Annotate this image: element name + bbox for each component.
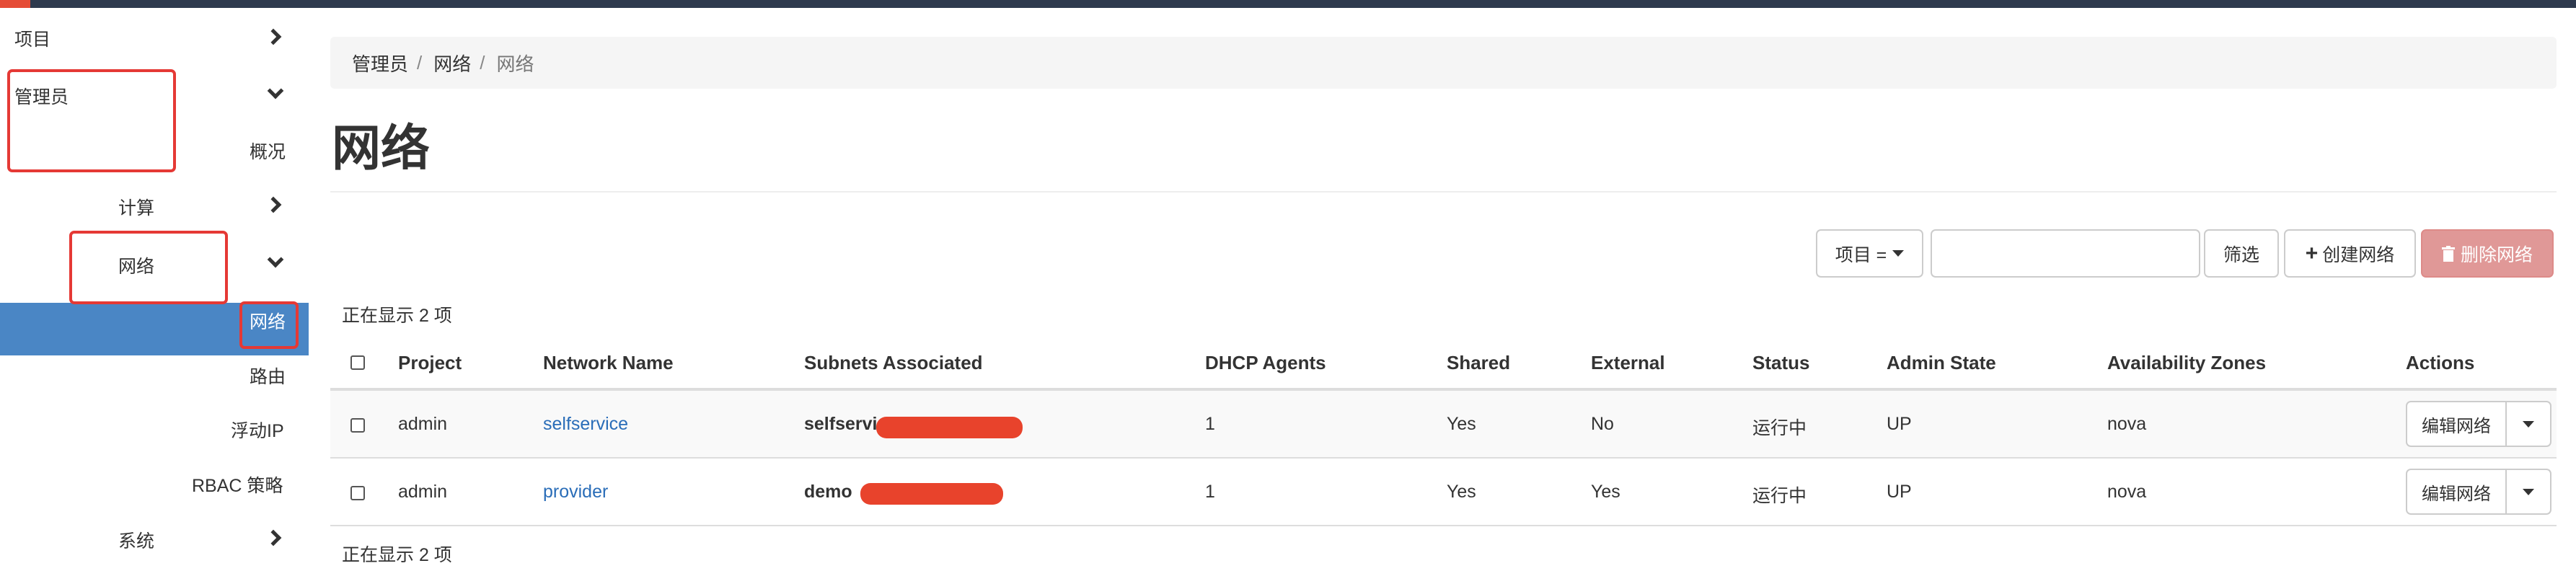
sidebar: 项目 管理员 概况 计算 网络 网络 路由 浮动IP RBAC 策略 系统 (0, 8, 309, 571)
delete-networks-button[interactable]: 删除网络 (2421, 229, 2554, 278)
logo[interactable] (0, 0, 30, 8)
cell-external: No (1591, 414, 1614, 434)
cell-status: 运行中 (1752, 418, 1807, 438)
cell-shared: Yes (1447, 482, 1476, 502)
highlight-box-admin (7, 69, 176, 172)
trash-icon (2441, 245, 2455, 262)
highlight-box-networks (239, 301, 299, 349)
cell-admin-state: UP (1887, 482, 1912, 502)
plus-icon: + (2305, 241, 2319, 265)
filter-field-dropdown[interactable]: 项目 = (1816, 229, 1923, 278)
breadcrumb-separator: / (417, 51, 423, 74)
row-actions-dropdown[interactable] (2507, 470, 2550, 513)
sidebar-item-label: 浮动IP (231, 421, 284, 441)
chevron-right-icon (265, 28, 282, 45)
sidebar-item-label: 路由 (250, 367, 286, 387)
breadcrumb-item-admin[interactable]: 管理员 (352, 50, 408, 76)
sidebar-item-compute[interactable]: 计算 (118, 194, 154, 220)
column-header-admin-state[interactable]: Admin State (1887, 352, 1996, 374)
edit-network-label: 编辑网络 (2422, 416, 2491, 436)
table-row (330, 391, 2557, 459)
column-header-subnets[interactable]: Subnets Associated (804, 352, 983, 374)
caret-down-icon (2523, 420, 2534, 428)
cell-status: 运行中 (1752, 486, 1807, 506)
column-header-shared[interactable]: Shared (1447, 352, 1510, 374)
column-header-dhcp-agents[interactable]: DHCP Agents (1205, 352, 1326, 374)
create-network-label: 创建网络 (2322, 244, 2395, 265)
top-navbar (0, 0, 2576, 8)
chevron-right-icon (265, 196, 282, 213)
cell-dhcp-agents: 1 (1205, 482, 1215, 502)
sidebar-item-label: 项目 (14, 30, 51, 50)
edit-network-button[interactable]: 编辑网络 (2407, 402, 2507, 446)
breadcrumb: 管理员 / 网络 / 网络 (330, 37, 2557, 89)
redaction-mark (876, 417, 1023, 438)
page-title: 网络 (332, 121, 431, 176)
column-header-actions: Actions (2406, 352, 2475, 373)
row-checkbox[interactable] (350, 486, 365, 500)
column-header-external[interactable]: External (1591, 352, 1665, 374)
chevron-down-icon (267, 251, 284, 268)
cell-external: Yes (1591, 482, 1620, 502)
sidebar-item-label: 计算 (118, 198, 155, 218)
create-network-button[interactable]: + 创建网络 (2284, 229, 2416, 278)
redaction-mark (860, 483, 1003, 505)
sidebar-item-overview[interactable]: 概况 (250, 138, 286, 164)
breadcrumb-item-network-group[interactable]: 网络 (433, 50, 471, 76)
sidebar-item-label: 系统 (118, 531, 155, 552)
row-actions: 编辑网络 (2406, 469, 2551, 515)
cell-dhcp-agents: 1 (1205, 414, 1215, 434)
cell-subnets: selfservic (804, 414, 888, 434)
breadcrumb-item-current: 网络 (496, 53, 534, 75)
cell-subnets: demo (804, 482, 852, 502)
sidebar-item-project[interactable]: 项目 (14, 25, 50, 51)
cell-admin-state: UP (1887, 414, 1912, 434)
column-header-availability-zones[interactable]: Availability Zones (2107, 352, 2266, 374)
highlight-box-network-group (69, 231, 228, 304)
cell-project: admin (398, 414, 448, 434)
delete-networks-label: 删除网络 (2460, 244, 2533, 265)
table-row (330, 459, 2557, 526)
item-count-bottom: 正在显示 2 项 (342, 545, 452, 565)
filter-button[interactable]: 筛选 (2204, 229, 2279, 278)
row-actions: 编辑网络 (2406, 401, 2551, 447)
filter-button-label: 筛选 (2223, 244, 2259, 265)
divider (330, 191, 2557, 192)
column-header-status[interactable]: Status (1752, 352, 1809, 374)
edit-network-label: 编辑网络 (2422, 484, 2491, 504)
chevron-right-icon (265, 529, 282, 546)
filter-input[interactable] (1931, 229, 2200, 278)
edit-network-button[interactable]: 编辑网络 (2407, 470, 2507, 513)
breadcrumb-separator: / (480, 51, 485, 74)
cell-network-name-link[interactable]: provider (543, 482, 608, 503)
select-all-checkbox[interactable] (350, 355, 365, 370)
cell-availability-zone: nova (2107, 482, 2147, 502)
chevron-down-icon (267, 82, 284, 99)
caret-down-icon (2523, 488, 2534, 495)
cell-shared: Yes (1447, 414, 1476, 434)
row-checkbox[interactable] (350, 418, 365, 433)
caret-down-icon (1892, 250, 1905, 257)
sidebar-item-label: 概况 (250, 142, 286, 162)
row-actions-dropdown[interactable] (2507, 402, 2550, 446)
column-header-network-name[interactable]: Network Name (543, 352, 674, 374)
item-count-top: 正在显示 2 项 (342, 306, 452, 326)
sidebar-item-routers[interactable]: 路由 (250, 363, 286, 389)
cell-availability-zone: nova (2107, 414, 2147, 434)
cell-project: admin (398, 482, 448, 502)
sidebar-item-system[interactable]: 系统 (118, 527, 154, 553)
column-header-project[interactable]: Project (398, 352, 462, 374)
sidebar-item-floating-ip[interactable]: 浮动IP (231, 417, 284, 443)
cell-network-name-link[interactable]: selfservice (543, 414, 628, 435)
sidebar-item-rbac-policies[interactable]: RBAC 策略 (192, 472, 283, 497)
sidebar-item-label: RBAC 策略 (192, 476, 283, 496)
filter-field-label: 项目 = (1835, 244, 1887, 265)
